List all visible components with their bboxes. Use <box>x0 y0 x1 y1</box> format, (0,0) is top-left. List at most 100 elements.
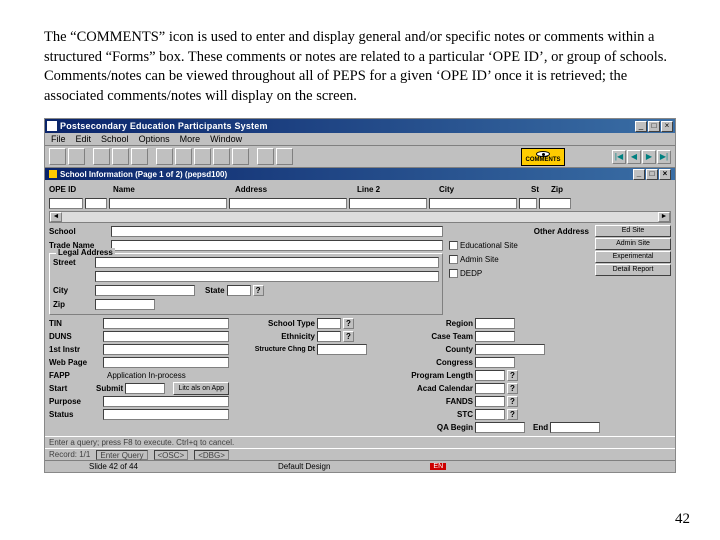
maximize-button[interactable]: □ <box>648 121 660 132</box>
scroll-left-icon[interactable]: ◄ <box>50 212 62 222</box>
lbl-duns: DUNS <box>49 332 101 341</box>
menu-bar: File Edit School Options More Window <box>45 133 675 146</box>
street-field[interactable] <box>95 257 439 268</box>
qa-begin-field[interactable] <box>475 422 525 433</box>
lbl-school: School <box>49 227 109 236</box>
duns-field[interactable] <box>103 331 229 342</box>
ope-id-field-2[interactable] <box>85 198 107 209</box>
btn-admin-site[interactable]: Admin Site <box>595 238 671 250</box>
menu-file[interactable]: File <box>51 134 66 144</box>
help-icon[interactable]: ? <box>507 370 518 381</box>
btn-detail-report[interactable]: Detail Report <box>595 264 671 276</box>
status-field[interactable] <box>103 409 229 420</box>
lbl-submit: Submit <box>92 384 123 393</box>
slide-design: Default Design <box>278 462 330 471</box>
lbl-end: End <box>533 423 548 432</box>
help-icon[interactable]: ? <box>507 396 518 407</box>
comments-button[interactable]: COMMENTS <box>521 148 565 166</box>
menu-more[interactable]: More <box>180 134 201 144</box>
help-icon[interactable]: ? <box>343 318 354 329</box>
stc-field[interactable] <box>475 409 505 420</box>
lbl-zip: Zip <box>551 185 577 194</box>
toolbar-btn[interactable] <box>175 148 192 165</box>
toolbar-btn[interactable] <box>257 148 274 165</box>
lbl-stc: STC <box>391 410 473 419</box>
status-record: Record: 1/1 <box>49 450 90 459</box>
zip-field[interactable] <box>539 198 571 209</box>
purpose-field[interactable] <box>103 396 229 407</box>
toolbar-btn[interactable] <box>112 148 129 165</box>
lbl-line2: Line 2 <box>357 185 437 194</box>
nav-next-icon[interactable]: ▶ <box>642 150 656 164</box>
toolbar-btn[interactable] <box>276 148 293 165</box>
lbl-prog-length: Program Length <box>391 371 473 380</box>
legal-zip-field[interactable] <box>95 299 155 310</box>
lbl-ethnicity: Ethnicity <box>235 332 315 341</box>
horizontal-scrollbar[interactable]: ◄ ► <box>49 211 671 223</box>
trade-name-field[interactable] <box>111 240 443 251</box>
litc-button[interactable]: Litc als on App <box>173 382 229 395</box>
acad-cal-field[interactable] <box>475 383 505 394</box>
help-icon[interactable]: ? <box>507 383 518 394</box>
toolbar-btn[interactable] <box>213 148 230 165</box>
sub-close[interactable]: × <box>659 169 671 180</box>
instr-field[interactable] <box>103 344 229 355</box>
nav-first-icon[interactable]: |◀ <box>612 150 626 164</box>
toolbar-btn[interactable] <box>232 148 249 165</box>
lbl-zip2: Zip <box>53 300 93 309</box>
webpage-field[interactable] <box>103 357 229 368</box>
toolbar-btn[interactable] <box>131 148 148 165</box>
county-field[interactable] <box>475 344 545 355</box>
tin-field[interactable] <box>103 318 229 329</box>
congress-field[interactable] <box>475 357 515 368</box>
lbl-struct-chng: Structure Chng Dt <box>235 346 315 353</box>
chk-admin-site[interactable] <box>449 255 458 264</box>
street2-field[interactable] <box>95 271 439 282</box>
chk-ed-site[interactable] <box>449 241 458 250</box>
prog-length-field[interactable] <box>475 370 505 381</box>
city-field[interactable] <box>429 198 517 209</box>
scroll-right-icon[interactable]: ► <box>658 212 670 222</box>
ope-id-field[interactable] <box>49 198 83 209</box>
nav-prev-icon[interactable]: ◀ <box>627 150 641 164</box>
help-icon[interactable]: ? <box>343 331 354 342</box>
toolbar-btn[interactable] <box>49 148 66 165</box>
school-type-field[interactable] <box>317 318 341 329</box>
sub-maximize[interactable]: □ <box>646 169 658 180</box>
toolbar-btn[interactable] <box>93 148 110 165</box>
btn-experimental[interactable]: Experimental <box>595 251 671 263</box>
nav-last-icon[interactable]: ▶| <box>657 150 671 164</box>
struct-chng-field[interactable] <box>317 344 367 355</box>
region-field[interactable] <box>475 318 515 329</box>
school-field[interactable] <box>111 226 443 237</box>
fands-field[interactable] <box>475 396 505 407</box>
help-icon[interactable]: ? <box>253 285 264 296</box>
qa-end-field[interactable] <box>550 422 600 433</box>
toolbar-btn[interactable] <box>194 148 211 165</box>
help-icon[interactable]: ? <box>507 409 518 420</box>
menu-edit[interactable]: Edit <box>76 134 92 144</box>
menu-options[interactable]: Options <box>139 134 170 144</box>
chk-dedp[interactable] <box>449 269 458 278</box>
lbl-acad-cal: Acad Calendar <box>391 384 473 393</box>
name-field[interactable] <box>109 198 227 209</box>
minimize-button[interactable]: _ <box>635 121 647 132</box>
lbl-ope-id: OPE ID <box>49 185 87 194</box>
address-field[interactable] <box>229 198 347 209</box>
toolbar-btn[interactable] <box>156 148 173 165</box>
close-button[interactable]: × <box>661 121 673 132</box>
case-team-field[interactable] <box>475 331 515 342</box>
btn-ed-site[interactable]: Ed Site <box>595 225 671 237</box>
lbl-name: Name <box>113 185 233 194</box>
st-field[interactable] <box>519 198 537 209</box>
sub-minimize[interactable]: _ <box>633 169 645 180</box>
menu-window[interactable]: Window <box>210 134 242 144</box>
line2-field[interactable] <box>349 198 427 209</box>
submit-field[interactable] <box>125 383 165 394</box>
slide-counter: Slide 42 of 44 <box>89 462 138 471</box>
ethnicity-field[interactable] <box>317 331 341 342</box>
menu-school[interactable]: School <box>101 134 129 144</box>
legal-city-field[interactable] <box>95 285 195 296</box>
toolbar-btn[interactable] <box>68 148 85 165</box>
legal-state-field[interactable] <box>227 285 251 296</box>
